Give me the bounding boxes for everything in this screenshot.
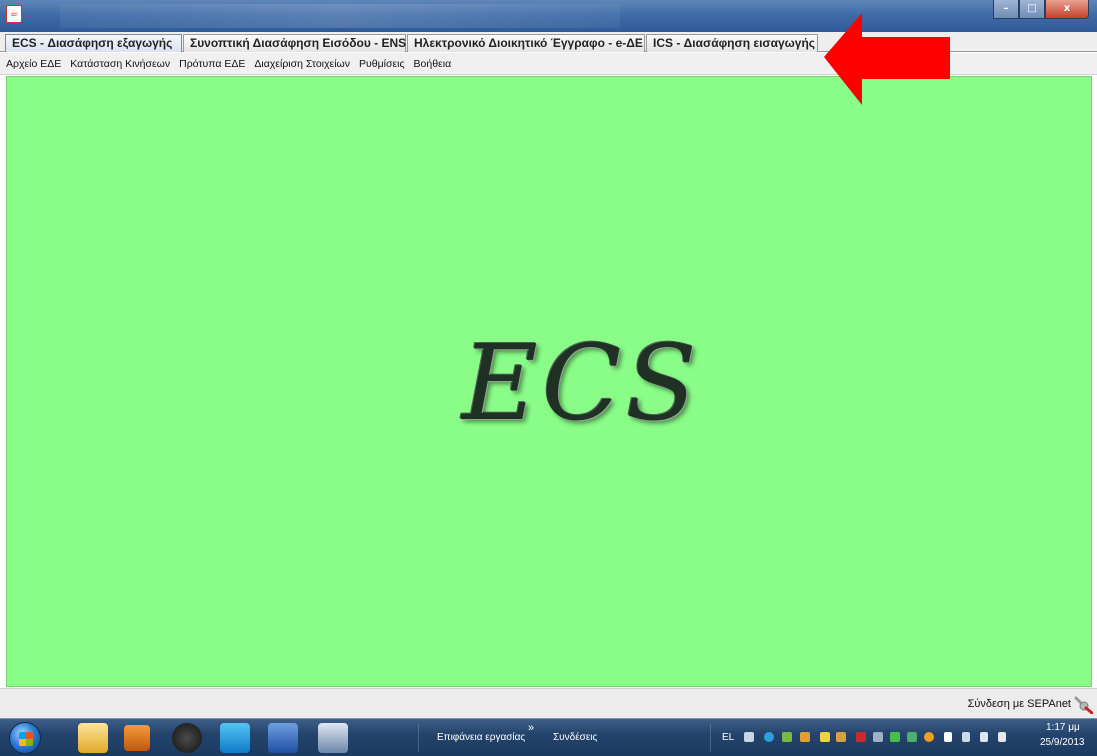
media-player-icon[interactable] (124, 725, 150, 751)
tray-app-icon[interactable] (924, 732, 934, 742)
skype-icon[interactable] (220, 723, 250, 753)
sepa-app-icon[interactable] (318, 723, 348, 753)
network-tray-icon[interactable] (782, 732, 792, 742)
menu-movement-status[interactable]: Κατάσταση Κινήσεων (70, 58, 170, 70)
status-bar: Σύνδεση με SEPAnet (0, 688, 1097, 718)
tray-separator (710, 724, 711, 752)
toolbar-chevron[interactable]: » (528, 722, 534, 734)
menu-settings[interactable]: Ρυθμίσεις (359, 58, 405, 70)
tab-ecs-export[interactable]: ECS - Διασάφηση εξαγωγής (5, 34, 182, 52)
main-canvas: ECS (6, 76, 1092, 687)
ecs-logo: ECS (462, 322, 701, 444)
volume-icon[interactable] (980, 732, 988, 742)
tray-app-icon[interactable] (907, 732, 917, 742)
connections-toolbar-label[interactable]: Συνδέσεις (553, 732, 597, 743)
windows-taskbar: Επιφάνεια εργασίας » Συνδέσεις EL 1:17 μ… (0, 718, 1097, 756)
tray-app-icon[interactable] (764, 732, 774, 742)
language-indicator[interactable]: EL (722, 732, 734, 743)
signal-icon[interactable] (962, 732, 970, 742)
plug-icon[interactable] (1073, 694, 1093, 714)
clock-time[interactable]: 1:17 μμ (1046, 722, 1080, 733)
tab-ens-entry[interactable]: Συνοπτική Διασάφηση Εισόδου - ENS (183, 34, 406, 52)
clock-date[interactable]: 25/9/2013 (1040, 737, 1085, 748)
connection-status: Σύνδεση με SEPAnet (967, 698, 1071, 710)
taskbar-separator (418, 724, 419, 752)
red-arrow-icon (824, 13, 950, 105)
keyboard-icon[interactable] (744, 732, 754, 742)
minimize-button[interactable]: – (993, 0, 1019, 19)
explorer-folder-icon[interactable] (78, 723, 108, 753)
title-bar-glass (60, 4, 620, 28)
menu-templates[interactable]: Πρότυπα ΕΔΕ (179, 58, 245, 70)
java-app-icon[interactable]: ☕ (6, 5, 22, 23)
tray-app-icon[interactable] (856, 732, 866, 742)
menu-file[interactable]: Αρχείο ΕΔΕ (6, 58, 61, 70)
hp-icon[interactable] (172, 723, 202, 753)
tray-app-icon[interactable] (890, 732, 900, 742)
tray-app-icon[interactable] (836, 732, 846, 742)
windows-start-icon[interactable] (9, 722, 41, 754)
tray-app-icon[interactable] (820, 732, 830, 742)
word-icon[interactable] (268, 723, 298, 753)
close-button[interactable]: x (1045, 0, 1089, 19)
maximize-button[interactable]: □ (1019, 0, 1045, 19)
tab-ics-import[interactable]: ICS - Διασάφηση εισαγωγής (646, 34, 818, 52)
menu-data-management[interactable]: Διαχείριση Στοιχείων (254, 58, 350, 70)
menu-help[interactable]: Βοήθεια (414, 58, 452, 70)
window-controls: – □ x (993, 0, 1089, 20)
windows-logo-icon (19, 732, 33, 746)
action-center-flag-icon[interactable] (944, 732, 952, 742)
tab-e-ad[interactable]: Ηλεκτρονικό Διοικητικό Έγγραφο - e-ΔΕ (407, 34, 645, 52)
tray-app-icon[interactable] (800, 732, 810, 742)
desktop-toolbar-label[interactable]: Επιφάνεια εργασίας (437, 732, 525, 743)
battery-icon[interactable] (998, 732, 1006, 742)
tray-app-icon[interactable] (873, 732, 883, 742)
